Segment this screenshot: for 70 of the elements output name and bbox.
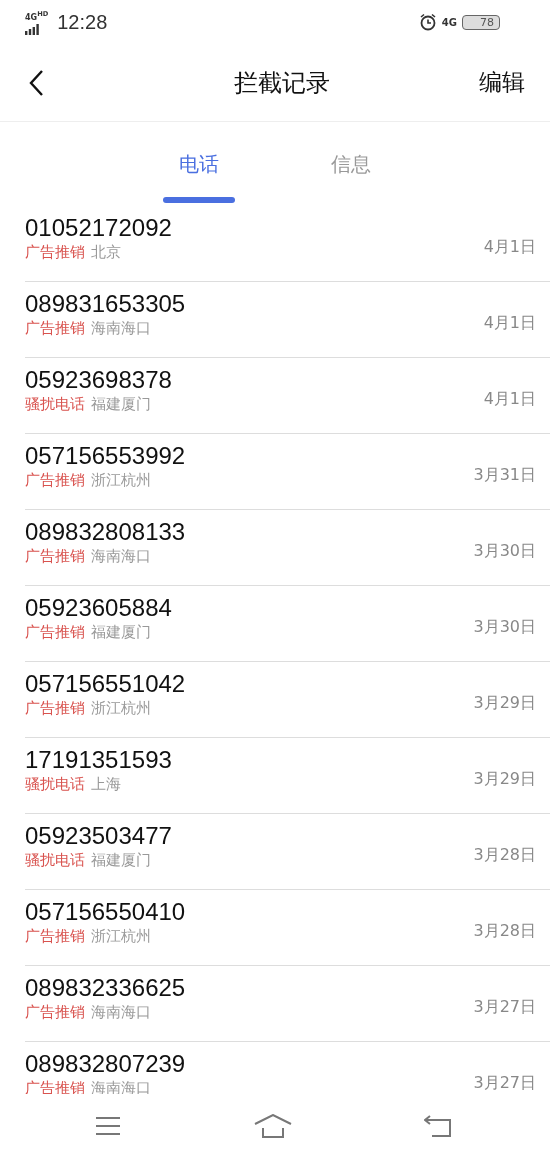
edit-button[interactable]: 编辑	[479, 67, 525, 98]
phone-number: 089832808133	[25, 518, 186, 546]
location-label: 福建厦门	[91, 851, 151, 870]
record-row[interactable]: 05923698378 骚扰电话 福建厦门 4月1日	[25, 358, 550, 434]
network-label: 4G$^{HD}$	[25, 9, 49, 23]
tab[interactable]: 电话	[154, 122, 244, 206]
record-row[interactable]: 057156550410 广告推销 浙江杭州 3月28日	[25, 890, 550, 966]
phone-number: 01052172092	[25, 214, 172, 242]
phone-number: 17191351593	[25, 746, 172, 774]
phone-number: 057156550410	[25, 898, 186, 926]
record-row[interactable]: 089831653305 广告推销 海南海口 4月1日	[25, 282, 550, 358]
record-date: 3月27日	[473, 997, 536, 1018]
page-title: 拦截记录	[233, 67, 330, 99]
record-date: 3月30日	[473, 617, 536, 638]
category-label: 广告推销	[25, 623, 85, 642]
location-label: 福建厦门	[91, 623, 151, 642]
record-date: 3月27日	[473, 1073, 536, 1094]
record-row[interactable]: 17191351593 骚扰电话 上海 3月29日	[25, 738, 550, 814]
record-date: 3月29日	[473, 769, 536, 790]
phone-number: 05923605884	[25, 594, 172, 622]
location-label: 浙江杭州	[91, 927, 151, 946]
record-date: 3月29日	[473, 693, 536, 714]
phone-number: 089832336625	[25, 974, 186, 1002]
home-icon[interactable]	[253, 1113, 292, 1138]
phone-number: 057156551042	[25, 670, 186, 698]
record-row[interactable]: 05923605884 广告推销 福建厦门 3月30日	[25, 586, 550, 662]
category-label: 广告推销	[25, 547, 85, 566]
menu-icon[interactable]	[95, 1115, 121, 1136]
back-arrow-icon[interactable]	[424, 1114, 452, 1137]
record-date: 3月28日	[473, 845, 536, 866]
record-row[interactable]: 01052172092 广告推销 北京 4月1日	[25, 206, 550, 282]
record-date: 3月30日	[473, 541, 536, 562]
back-icon[interactable]	[28, 68, 44, 97]
location-label: 北京	[91, 243, 121, 262]
signal-icon	[25, 23, 39, 35]
record-date: 3月31日	[473, 465, 536, 486]
record-date: 4月1日	[483, 389, 536, 410]
category-label: 广告推销	[25, 927, 85, 946]
record-row[interactable]: 057156553992 广告推销 浙江杭州 3月31日	[25, 434, 550, 510]
location-label: 福建厦门	[91, 395, 151, 414]
category-label: 广告推销	[25, 471, 85, 490]
record-row[interactable]: 05923503477 骚扰电话 福建厦门 3月28日	[25, 814, 550, 890]
category-label: 广告推销	[25, 319, 85, 338]
category-label: 骚扰电话	[25, 775, 85, 794]
record-date: 4月1日	[483, 237, 536, 258]
record-row[interactable]: 089832336625 广告推销 海南海口 3月27日	[25, 966, 550, 1042]
battery-icon: 78	[462, 14, 500, 30]
category-label: 广告推销	[25, 699, 85, 718]
location-label: 浙江杭州	[91, 699, 151, 718]
phone-number: 057156553992	[25, 442, 186, 470]
record-row[interactable]: 057156551042 广告推销 浙江杭州 3月29日	[25, 662, 550, 738]
clock-time: 12:28	[57, 10, 108, 34]
location-label: 海南海口	[91, 547, 151, 566]
phone-number: 05923698378	[25, 366, 172, 394]
location-label: 上海	[91, 775, 121, 794]
phone-number: 089832807239	[25, 1050, 186, 1078]
location-label: 海南海口	[91, 319, 151, 338]
category-label: 广告推销	[25, 1003, 85, 1022]
record-date: 4月1日	[483, 313, 536, 334]
category-label: 广告推销	[25, 243, 85, 262]
phone-number: 089831653305	[25, 290, 186, 318]
category-label: 骚扰电话	[25, 851, 85, 870]
location-label: 浙江杭州	[91, 471, 151, 490]
record-row[interactable]: 089832808133 广告推销 海南海口 3月30日	[25, 510, 550, 586]
location-label: 海南海口	[91, 1003, 151, 1022]
record-date: 3月28日	[473, 921, 536, 942]
alarm-icon	[418, 13, 437, 31]
network-label: 4G	[441, 16, 457, 28]
category-label: 骚扰电话	[25, 395, 85, 414]
phone-number: 05923503477	[25, 822, 172, 850]
